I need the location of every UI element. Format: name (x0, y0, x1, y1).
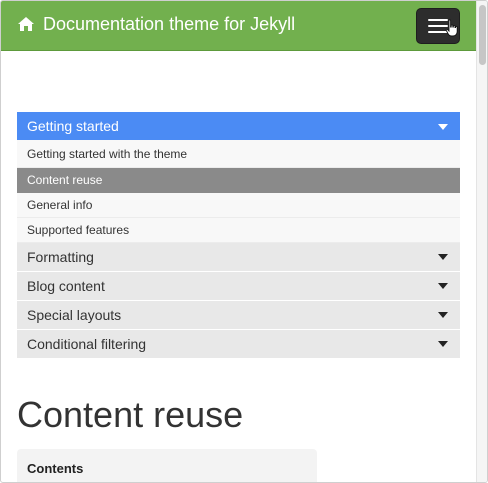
sidebar-item-label: Content reuse (27, 173, 103, 187)
sidebar-section-label: Special layouts (27, 307, 122, 323)
toc-title: Contents (27, 461, 84, 476)
sidebar-item-label: Supported features (27, 223, 130, 237)
navbar-toggle-button[interactable] (416, 8, 460, 44)
caret-down-icon (438, 124, 448, 130)
sidebar-item-label: Getting started with the theme (27, 147, 188, 161)
sidebar-section-formatting[interactable]: Formatting (17, 243, 460, 272)
hand-pointer-icon (445, 19, 458, 37)
sidebar-section-blog-content[interactable]: Blog content (17, 272, 460, 301)
sidebar-item-getting-started-with-the-theme[interactable]: Getting started with the theme (17, 140, 460, 168)
caret-down-icon (438, 283, 448, 289)
sidebar-section-label: Getting started (27, 118, 119, 134)
sidebar-section-label: Conditional filtering (27, 336, 147, 352)
sidebar-section-getting-started[interactable]: Getting started (17, 112, 460, 140)
home-icon[interactable] (17, 16, 35, 32)
sidebar-item-general-info[interactable]: General info (17, 193, 460, 218)
sidebar-section-conditional-filtering[interactable]: Conditional filtering (17, 330, 460, 359)
sidebar-item-label: General info (27, 198, 93, 212)
site-brand-link[interactable]: Documentation theme for Jekyll (43, 14, 295, 35)
browser-viewport: Documentation theme for Jekyll Getting s… (0, 0, 488, 483)
caret-down-icon (438, 254, 448, 260)
scrollbar-thumb[interactable] (479, 5, 486, 65)
sidebar-section-label: Formatting (27, 249, 94, 265)
sidebar-item-supported-features[interactable]: Supported features (17, 218, 460, 243)
top-navbar: Documentation theme for Jekyll (1, 1, 476, 51)
caret-down-icon (438, 341, 448, 347)
sidebar-nav: Getting started Getting started with the… (17, 112, 460, 359)
sidebar-section-special-layouts[interactable]: Special layouts (17, 301, 460, 330)
table-of-contents: Contents (17, 449, 317, 482)
page-title: Content reuse (17, 394, 244, 435)
sidebar-item-content-reuse[interactable]: Content reuse (17, 168, 460, 193)
sidebar-section-label: Blog content (27, 278, 105, 294)
vertical-scrollbar[interactable] (476, 1, 487, 482)
caret-down-icon (438, 312, 448, 318)
